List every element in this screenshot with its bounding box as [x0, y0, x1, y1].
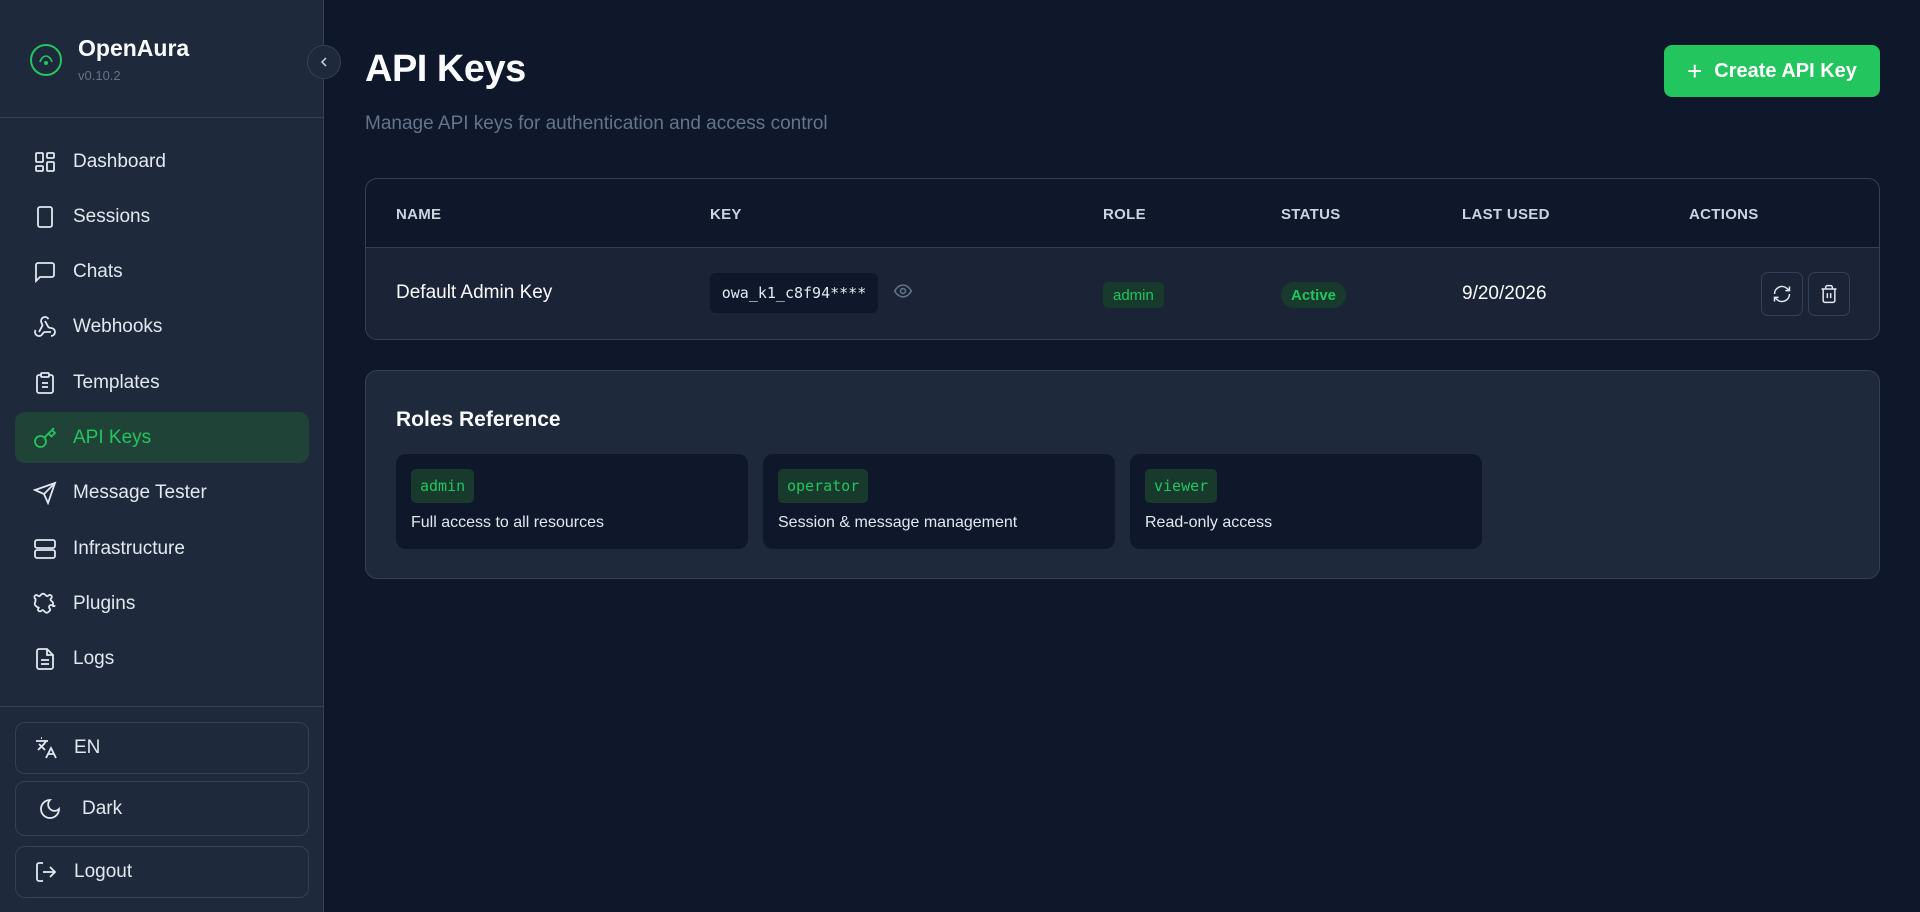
role-badge: admin — [1103, 282, 1164, 308]
chevron-left-icon — [320, 57, 327, 67]
roles-reference-title: Roles Reference — [396, 408, 561, 431]
brand[interactable]: OpenAura v0.10.2 — [30, 34, 189, 83]
sidebar-item-label: Dashboard — [73, 150, 166, 172]
file-text-icon — [33, 647, 57, 671]
status-badge: Active — [1281, 282, 1347, 308]
column-header-last-used: LAST USED — [1462, 206, 1550, 223]
role-description: Session & message management — [778, 514, 1018, 531]
table-header: NAME KEY ROLE STATUS LAST USED ACTIONS — [366, 179, 1879, 248]
role-code: viewer — [1145, 469, 1218, 503]
sidebar-item-templates[interactable]: Templates — [15, 357, 309, 408]
masked-key: owa_k1_c8f94**** — [710, 273, 878, 313]
logout-label: Logout — [74, 861, 133, 882]
sidebar-item-dashboard[interactable]: Dashboard — [15, 136, 309, 187]
dashboard-icon — [33, 150, 57, 174]
sidebar-item-api-keys[interactable]: API Keys — [15, 412, 309, 464]
sidebar-bottom-divider — [0, 706, 324, 707]
column-header-name: NAME — [396, 206, 442, 223]
webhook-icon — [33, 315, 57, 339]
theme-toggle-button[interactable]: Dark — [15, 781, 309, 836]
sidebar-item-webhooks[interactable]: Webhooks — [15, 302, 309, 353]
moon-icon — [38, 797, 62, 821]
column-header-key: KEY — [710, 206, 742, 223]
sidebar-item-label: API Keys — [73, 426, 152, 448]
delete-key-button[interactable] — [1808, 272, 1850, 316]
page-title: API Keys — [365, 48, 526, 90]
key-icon — [33, 426, 57, 450]
sidebar-item-chats[interactable]: Chats — [15, 247, 309, 298]
sidebar-item-infrastructure[interactable]: Infrastructure — [15, 523, 309, 574]
sidebar-nav: Dashboard Sessions Chats Webhooks Templa… — [15, 136, 309, 689]
send-icon — [33, 481, 57, 506]
sidebar-divider — [0, 117, 324, 118]
app-version: v0.10.2 — [78, 68, 121, 83]
role-card-operator: operator Session & message management — [763, 454, 1115, 549]
sidebar-item-label: Logs — [73, 648, 115, 670]
trash-icon — [1821, 284, 1837, 304]
sidebar-item-message-tester[interactable]: Message Tester — [15, 468, 309, 519]
logout-button[interactable]: Logout — [15, 846, 309, 898]
role-code: operator — [778, 469, 869, 503]
server-icon — [33, 537, 57, 561]
sidebar-item-label: Chats — [73, 261, 123, 283]
language-label: EN — [74, 737, 101, 758]
theme-label: Dark — [82, 797, 123, 819]
eye-icon — [893, 284, 913, 298]
puzzle-icon — [33, 592, 57, 616]
sidebar-item-label: Infrastructure — [73, 537, 185, 559]
sidebar-item-label: Message Tester — [73, 482, 207, 504]
chat-icon — [33, 260, 57, 284]
role-description: Read-only access — [1145, 514, 1273, 531]
sidebar-item-label: Plugins — [73, 592, 136, 614]
api-keys-table: NAME KEY ROLE STATUS LAST USED ACTIONS D… — [365, 178, 1880, 340]
last-used-date: 9/20/2026 — [1462, 283, 1547, 304]
translate-icon — [34, 736, 58, 760]
regenerate-key-button[interactable] — [1761, 272, 1803, 316]
sidebar-item-plugins[interactable]: Plugins — [15, 578, 309, 629]
sidebar-item-label: Templates — [73, 371, 160, 393]
role-code: admin — [411, 469, 475, 503]
plus-icon: + — [1687, 56, 1703, 86]
show-key-button[interactable] — [893, 281, 913, 301]
key-name: Default Admin Key — [396, 282, 553, 303]
roles-reference-card: Roles Reference admin Full access to all… — [365, 370, 1880, 579]
logout-icon — [34, 860, 58, 884]
column-header-status: STATUS — [1281, 206, 1341, 223]
role-description: Full access to all resources — [411, 514, 604, 531]
create-api-key-label: Create API Key — [1714, 59, 1857, 82]
language-button[interactable]: EN — [15, 722, 309, 774]
page-subtitle: Manage API keys for authentication and a… — [365, 113, 828, 134]
sidebar-item-sessions[interactable]: Sessions — [15, 191, 309, 242]
app-name: OpenAura — [78, 35, 190, 61]
phone-icon — [33, 205, 57, 229]
sidebar: OpenAura v0.10.2 Dashboard Sessions Chat… — [0, 0, 324, 912]
create-api-key-button[interactable]: + Create API Key — [1664, 45, 1880, 97]
sidebar-item-label: Sessions — [73, 205, 151, 227]
refresh-icon — [1773, 285, 1791, 303]
column-header-role: ROLE — [1103, 206, 1146, 223]
table-row: Default Admin Key owa_k1_c8f94**** admin… — [366, 248, 1879, 339]
sidebar-item-label: Webhooks — [73, 316, 163, 338]
sidebar-item-logs[interactable]: Logs — [15, 634, 309, 685]
clipboard-icon — [33, 371, 57, 395]
logo-icon — [30, 44, 62, 76]
role-card-admin: admin Full access to all resources — [396, 454, 748, 549]
collapse-sidebar-button[interactable] — [307, 45, 341, 79]
column-header-actions: ACTIONS — [1689, 206, 1759, 223]
role-card-viewer: viewer Read-only access — [1130, 454, 1482, 549]
